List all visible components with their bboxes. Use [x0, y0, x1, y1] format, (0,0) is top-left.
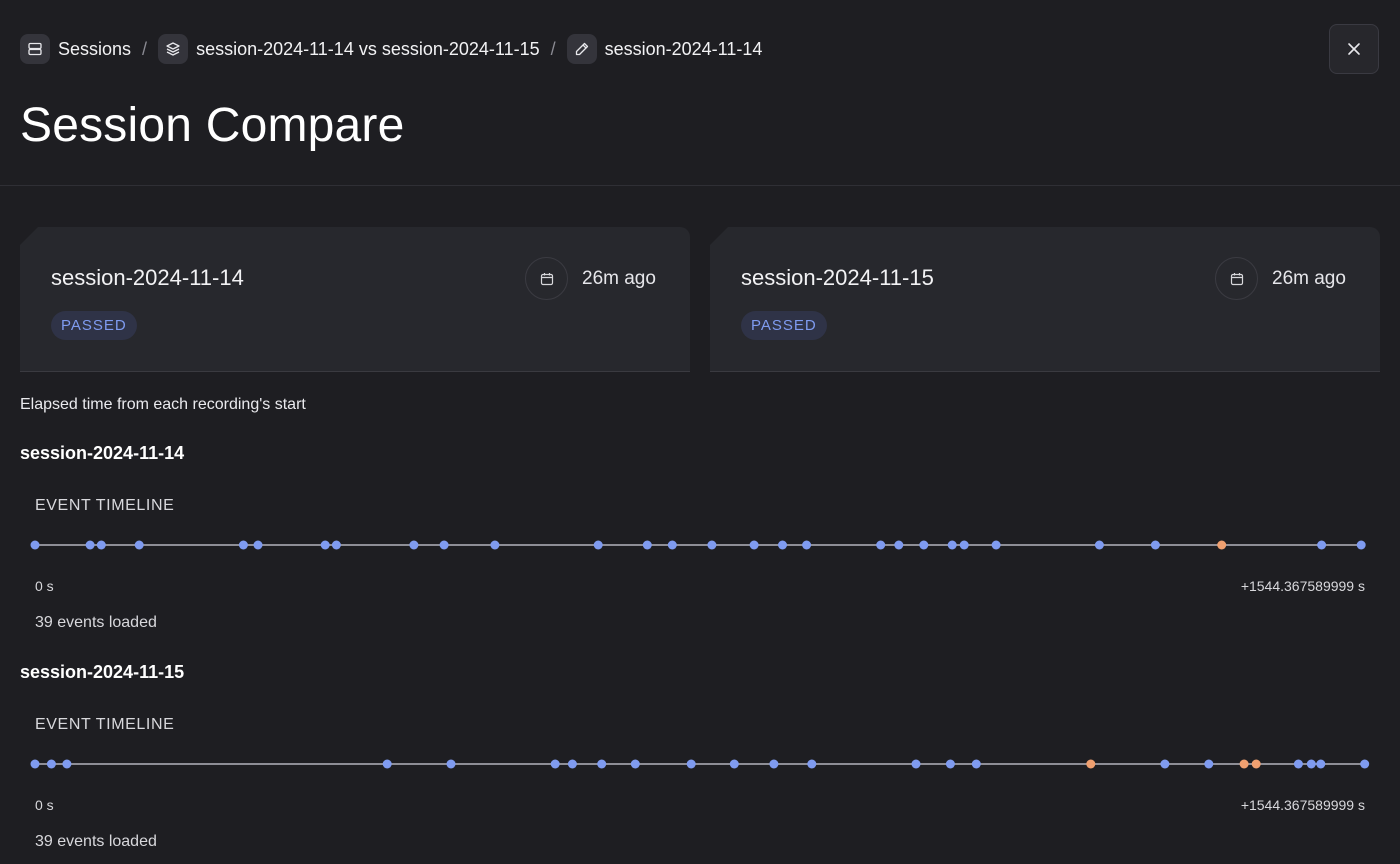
page-header: Sessions / session-2024-11-14 vs session… — [0, 0, 1400, 186]
timeline-event[interactable] — [490, 540, 500, 550]
close-button[interactable] — [1329, 24, 1379, 74]
timeline-event[interactable] — [947, 540, 957, 550]
timeline-event-warning[interactable] — [1239, 759, 1249, 769]
timeline-event[interactable] — [1317, 540, 1327, 550]
breadcrumb-separator: / — [142, 38, 148, 59]
server-stack-icon — [20, 34, 50, 64]
timeline-event[interactable] — [331, 540, 341, 550]
breadcrumb-compare[interactable]: session-2024-11-14 vs session-2024-11-15 — [158, 34, 540, 64]
timeline-event[interactable] — [1150, 540, 1160, 550]
timeline-event[interactable] — [686, 759, 696, 769]
calendar-icon — [1215, 257, 1258, 300]
timeline-event[interactable] — [253, 540, 263, 550]
timeline-event[interactable] — [1316, 759, 1326, 769]
timeline-event[interactable] — [911, 759, 921, 769]
session-card: session-2024-11-15 PASSED 26m ago — [710, 227, 1380, 372]
session-card: session-2024-11-14 PASSED 26m ago — [20, 227, 690, 372]
layers-icon — [158, 34, 189, 64]
pencil-icon — [566, 34, 597, 64]
timeline-event[interactable] — [382, 759, 392, 769]
timeline-event[interactable] — [802, 540, 812, 550]
session-card-time: 26m ago — [582, 268, 656, 289]
timeline-event[interactable] — [85, 540, 95, 550]
timeline-event[interactable] — [769, 759, 779, 769]
timeline-event-warning[interactable] — [1217, 540, 1227, 550]
timeline-event[interactable] — [1306, 759, 1316, 769]
timeline-start-label: 0 s — [35, 578, 54, 594]
timeline-event[interactable] — [894, 540, 904, 550]
timeline-end-label: +1544.367589999 s — [1240, 578, 1365, 594]
breadcrumb-label: session-2024-11-14 vs session-2024-11-15 — [196, 38, 540, 59]
timeline-event[interactable] — [778, 540, 787, 550]
timeline-event[interactable] — [749, 540, 759, 550]
timeline-event[interactable] — [320, 540, 330, 550]
page-title: Session Compare — [20, 99, 405, 152]
timeline-event[interactable] — [876, 540, 886, 550]
timeline-end-label: +1544.367589999 s — [1240, 797, 1365, 813]
timeline-event-warning[interactable] — [1251, 759, 1261, 769]
timeline-event[interactable] — [667, 540, 677, 550]
timeline-start-label: 0 s — [35, 797, 54, 813]
event-timeline-label: EVENT TIMELINE — [35, 716, 175, 733]
timeline-event[interactable] — [1160, 759, 1170, 769]
timeline-event[interactable] — [729, 759, 739, 769]
timeline-event[interactable] — [642, 540, 652, 550]
timeline-event[interactable] — [409, 540, 419, 550]
timeline-event[interactable] — [593, 540, 603, 550]
breadcrumb-label: Sessions — [58, 38, 132, 59]
timeline-event[interactable] — [1356, 540, 1366, 550]
timeline-event[interactable] — [238, 540, 248, 550]
session-card-title: session-2024-11-15 — [741, 265, 934, 290]
timeline-event[interactable] — [1360, 759, 1370, 769]
timeline-event[interactable] — [1204, 759, 1214, 769]
timeline-event[interactable] — [62, 759, 72, 769]
timeline-event[interactable] — [439, 540, 449, 550]
timeline-event[interactable] — [46, 759, 56, 769]
event-timeline-track[interactable] — [0, 754, 1400, 774]
timeline-event[interactable] — [550, 759, 560, 769]
timeline-event[interactable] — [707, 540, 717, 550]
timeline-event[interactable] — [96, 540, 106, 550]
timeline-event[interactable] — [134, 540, 144, 550]
timeline-event[interactable] — [945, 759, 955, 769]
breadcrumb-sessions[interactable]: Sessions — [20, 34, 131, 64]
session-card-title: session-2024-11-14 — [51, 265, 244, 290]
timeline-session-name: session-2024-11-14 — [20, 443, 185, 463]
timeline-event[interactable] — [30, 759, 40, 769]
timeline-event[interactable] — [959, 540, 969, 550]
timeline-event[interactable] — [1293, 759, 1303, 769]
timeline-event[interactable] — [1094, 540, 1104, 550]
timeline-event[interactable] — [971, 759, 981, 769]
timeline-event[interactable] — [30, 540, 40, 550]
event-timeline-label: EVENT TIMELINE — [35, 497, 175, 514]
timeline-event[interactable] — [597, 759, 607, 769]
timeline-session-name: session-2024-11-15 — [20, 662, 185, 682]
events-count: 39 events loaded — [35, 614, 157, 631]
status-badge: PASSED — [51, 311, 137, 340]
timeline-event[interactable] — [807, 759, 817, 769]
breadcrumb-separator: / — [550, 38, 556, 59]
elapsed-caption: Elapsed time from each recording's start — [20, 396, 306, 413]
timeline-event[interactable] — [919, 540, 929, 550]
timeline-event[interactable] — [630, 759, 640, 769]
timeline-event[interactable] — [991, 540, 1001, 550]
timeline-event[interactable] — [567, 759, 577, 769]
close-icon — [1348, 43, 1360, 55]
session-card-time: 26m ago — [1272, 268, 1346, 289]
breadcrumb: Sessions / session-2024-11-14 vs session… — [20, 34, 762, 64]
breadcrumb-label: session-2024-11-14 — [604, 38, 763, 59]
event-timeline-track[interactable] — [0, 535, 1400, 555]
status-badge: PASSED — [741, 311, 827, 340]
breadcrumb-current-session[interactable]: session-2024-11-14 — [566, 34, 763, 64]
events-count: 39 events loaded — [35, 833, 157, 850]
calendar-icon — [525, 257, 568, 300]
timeline-event-warning[interactable] — [1086, 759, 1096, 769]
timeline-event[interactable] — [446, 759, 456, 769]
